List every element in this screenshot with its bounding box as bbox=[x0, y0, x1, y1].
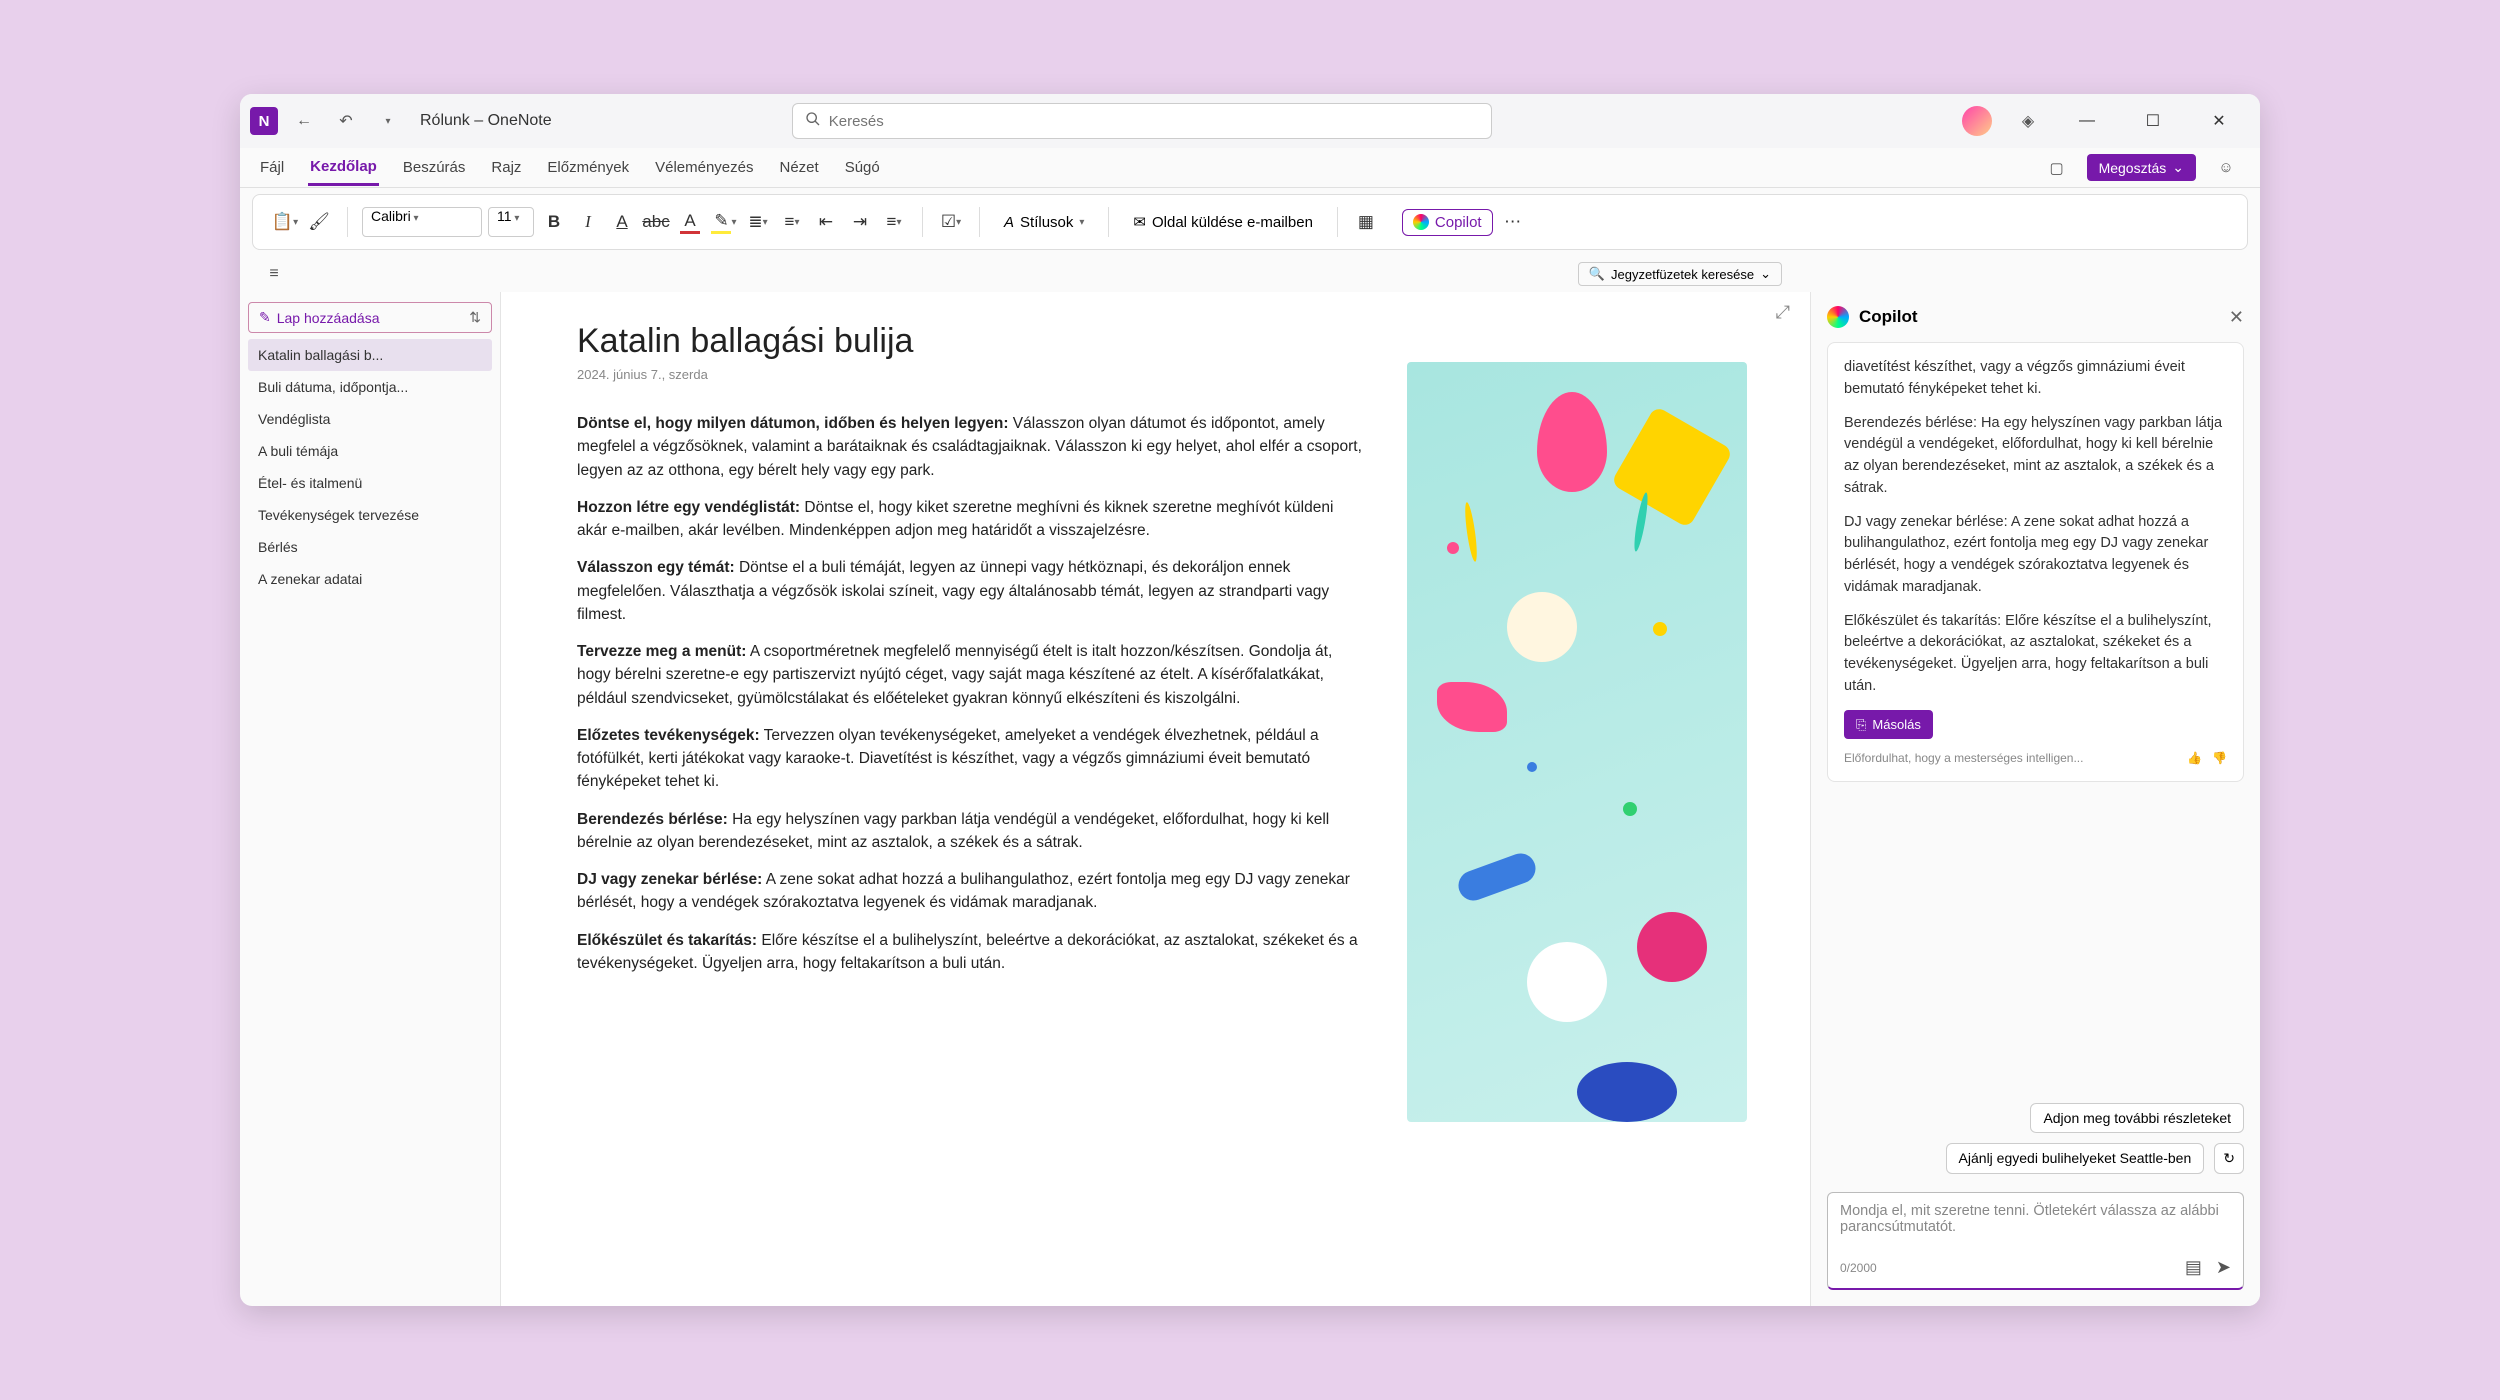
tags-button[interactable]: ☑ bbox=[937, 208, 965, 236]
align-button[interactable]: ≡ bbox=[880, 208, 908, 236]
page-item[interactable]: Bérlés bbox=[248, 531, 492, 563]
page-content[interactable]: ⤢ Katalin ballagási bulija 2024. június … bbox=[500, 292, 1810, 1306]
page-item[interactable]: Buli dátuma, időpontja... bbox=[248, 371, 492, 403]
menu-review[interactable]: Véleményezés bbox=[653, 151, 755, 184]
copilot-input[interactable]: Mondja el, mit szeretne tenni. Ötletekér… bbox=[1827, 1192, 2244, 1290]
sort-icon[interactable]: ⇅ bbox=[469, 309, 481, 326]
page-item[interactable]: A zenekar adatai bbox=[248, 563, 492, 595]
copilot-suggestions: Adjon meg további részleteket Ajánlj egy… bbox=[1811, 1103, 2260, 1186]
mail-icon: ✉ bbox=[1133, 213, 1146, 231]
strike-button[interactable]: abc bbox=[642, 208, 670, 236]
bullets-button[interactable]: ≣ bbox=[744, 208, 772, 236]
menu-history[interactable]: Előzmények bbox=[545, 151, 631, 184]
refresh-suggestions-button[interactable]: ↻ bbox=[2214, 1143, 2244, 1174]
subbar: ≡ 🔍 Jegyzetfüzetek keresése ⌄ bbox=[240, 256, 2260, 292]
copilot-input-placeholder: Mondja el, mit szeretne tenni. Ötletekér… bbox=[1840, 1203, 2231, 1251]
party-image bbox=[1407, 362, 1747, 1122]
app-window: N ← ↶ Rólunk – OneNote ◈ — ☐ ✕ Fájl Kezd… bbox=[240, 94, 2260, 1306]
search-icon: 🔍 bbox=[1589, 266, 1605, 282]
copilot-body: diavetítést készíthet, vagy a végzős gim… bbox=[1811, 342, 2260, 1103]
qat-customize[interactable] bbox=[372, 105, 404, 137]
italic-button[interactable]: I bbox=[574, 208, 602, 236]
menubar: Fájl Kezdőlap Beszúrás Rajz Előzmények V… bbox=[240, 148, 2260, 188]
copilot-pane: Copilot ✕ diavetítést készíthet, vagy a … bbox=[1810, 292, 2260, 1306]
copilot-ribbon-button[interactable]: Copilot bbox=[1402, 209, 1493, 236]
comments-icon[interactable]: ☺ bbox=[2210, 152, 2242, 184]
diamond-icon[interactable]: ◈ bbox=[2012, 105, 2044, 137]
copilot-message: diavetítést készíthet, vagy a végzős gim… bbox=[1827, 342, 2244, 782]
email-page-button[interactable]: ✉Oldal küldése e-mailben bbox=[1123, 209, 1323, 235]
paste-button[interactable]: 📋 bbox=[271, 208, 299, 236]
edit-icon: ✎ bbox=[259, 309, 271, 326]
menu-help[interactable]: Súgó bbox=[843, 151, 882, 184]
prompt-guide-icon[interactable]: ▤ bbox=[2185, 1257, 2202, 1278]
maximize-button[interactable]: ☐ bbox=[2130, 105, 2176, 137]
copilot-icon bbox=[1827, 306, 1849, 328]
thumbs-up-button[interactable]: 👍 bbox=[2187, 749, 2202, 767]
copilot-icon bbox=[1413, 214, 1429, 230]
search-box[interactable] bbox=[792, 103, 1492, 139]
font-size-combo[interactable]: 11 bbox=[488, 207, 534, 237]
page-item[interactable]: Katalin ballagási b... bbox=[248, 339, 492, 371]
copy-icon: ⎘ bbox=[1856, 715, 1866, 735]
outdent-button[interactable]: ⇤ bbox=[812, 208, 840, 236]
suggestion-pill[interactable]: Adjon meg további részleteket bbox=[2030, 1103, 2244, 1133]
ai-disclaimer: Előfordulhat, hogy a mesterséges intelli… bbox=[1844, 749, 2083, 767]
app-icon: N bbox=[250, 107, 278, 135]
page-list: ✎Lap hozzáadása ⇅ Katalin ballagási b...… bbox=[240, 292, 500, 1306]
underline-button[interactable]: A bbox=[608, 208, 636, 236]
highlight-button[interactable]: ✎ bbox=[710, 208, 738, 236]
close-button[interactable]: ✕ bbox=[2196, 105, 2242, 137]
numbering-button[interactable]: ≡ bbox=[778, 208, 806, 236]
page-item[interactable]: A buli témája bbox=[248, 435, 492, 467]
titlebar: N ← ↶ Rólunk – OneNote ◈ — ☐ ✕ bbox=[240, 94, 2260, 148]
menu-home[interactable]: Kezdőlap bbox=[308, 150, 379, 186]
chevron-down-icon: ⌄ bbox=[1760, 266, 1771, 282]
page-item[interactable]: Vendéglista bbox=[248, 403, 492, 435]
format-painter-button[interactable]: 🖌 bbox=[305, 208, 333, 236]
copilot-title: Copilot bbox=[1859, 307, 1918, 327]
copilot-header: Copilot ✕ bbox=[1811, 292, 2260, 342]
suggestion-pill[interactable]: Ajánlj egyedi bulihelyeket Seattle-ben bbox=[1946, 1143, 2205, 1174]
page-title[interactable]: Katalin ballagási bulija bbox=[577, 322, 1367, 361]
page-date: 2024. június 7., szerda bbox=[577, 367, 1367, 382]
undo-button[interactable]: ↶ bbox=[330, 105, 362, 137]
search-input[interactable] bbox=[829, 113, 1479, 130]
expand-icon[interactable]: ⤢ bbox=[1776, 302, 1790, 323]
copy-button[interactable]: ⎘Másolás bbox=[1844, 710, 1933, 740]
search-icon bbox=[805, 111, 821, 132]
page-item[interactable]: Tevékenységek tervezése bbox=[248, 499, 492, 531]
menu-view[interactable]: Nézet bbox=[778, 151, 821, 184]
menu-draw[interactable]: Rajz bbox=[489, 151, 523, 184]
bold-button[interactable]: B bbox=[540, 208, 568, 236]
page-item[interactable]: Étel- és italmenü bbox=[248, 467, 492, 499]
more-button[interactable]: ⋯ bbox=[1499, 208, 1527, 236]
menu-insert[interactable]: Beszúrás bbox=[401, 151, 468, 184]
font-name-combo[interactable]: Calibri bbox=[362, 207, 482, 237]
share-button[interactable]: Megosztás⌄ bbox=[2087, 154, 2196, 181]
add-page-button[interactable]: ✎Lap hozzáadása ⇅ bbox=[248, 302, 492, 333]
ribbon: 📋 🖌 Calibri 11 B I A abc A ✎ ≣ ≡ ⇤ ⇥ ≡ ☑… bbox=[252, 194, 2248, 250]
nav-toggle-icon[interactable]: ≡ bbox=[258, 258, 290, 290]
send-button[interactable]: ➤ bbox=[2216, 1257, 2231, 1278]
chevron-down-icon: ⌄ bbox=[2172, 159, 2184, 176]
copilot-close-button[interactable]: ✕ bbox=[2229, 307, 2244, 328]
thumbs-down-button[interactable]: 👎 bbox=[2212, 749, 2227, 767]
main-area: ✎Lap hozzáadása ⇅ Katalin ballagási b...… bbox=[240, 292, 2260, 1306]
minimize-button[interactable]: — bbox=[2064, 105, 2110, 137]
notebook-search[interactable]: 🔍 Jegyzetfüzetek keresése ⌄ bbox=[1578, 262, 1782, 286]
menu-file[interactable]: Fájl bbox=[258, 151, 286, 184]
indent-button[interactable]: ⇥ bbox=[846, 208, 874, 236]
styles-button[interactable]: AStílusok bbox=[994, 210, 1094, 235]
page-body[interactable]: Döntse el, hogy milyen dátumon, időben é… bbox=[577, 412, 1367, 975]
back-button[interactable]: ← bbox=[288, 105, 320, 137]
char-counter: 0/2000 bbox=[1840, 1261, 1877, 1275]
meeting-button[interactable]: ▦ bbox=[1352, 208, 1380, 236]
font-color-button[interactable]: A bbox=[676, 208, 704, 236]
reading-view-icon[interactable]: ▢ bbox=[2041, 152, 2073, 184]
user-avatar[interactable] bbox=[1962, 106, 1992, 136]
window-title: Rólunk – OneNote bbox=[420, 112, 552, 130]
